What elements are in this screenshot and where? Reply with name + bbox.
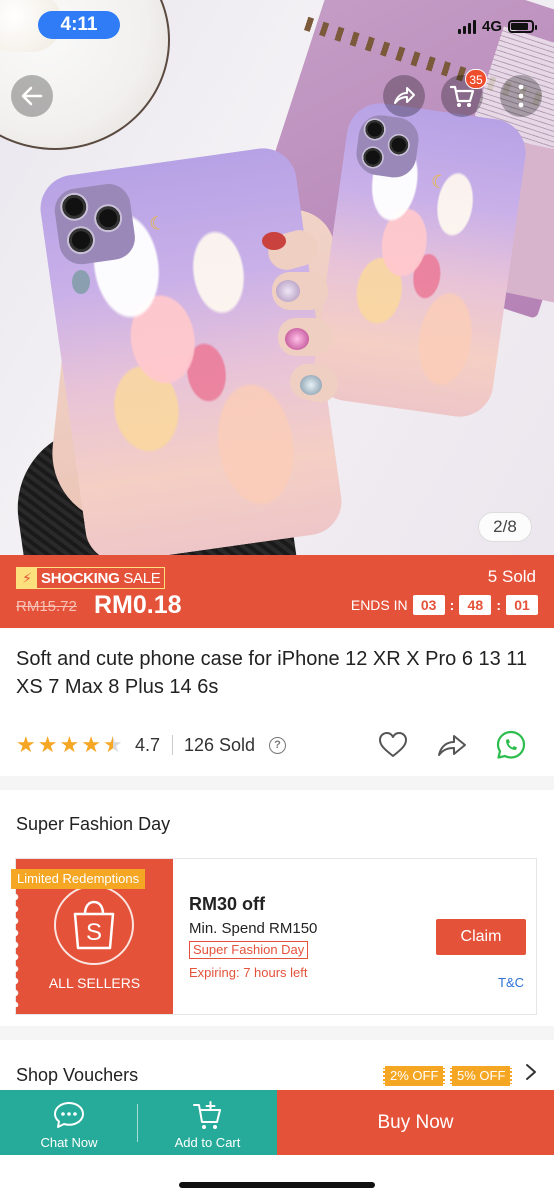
limited-redemptions-tag: Limited Redemptions — [11, 869, 146, 889]
half-star-icon: ★ — [102, 732, 123, 757]
rating-value: 4.7 — [135, 735, 161, 755]
svg-text:S: S — [86, 919, 102, 946]
chat-now-button[interactable]: Chat Now — [0, 1090, 138, 1155]
voucher-discount: RM30 off — [189, 894, 265, 914]
share-product-button[interactable] — [435, 728, 469, 762]
product-info: Soft and cute phone case for iPhone 12 X… — [0, 628, 554, 776]
cart-count-badge: 35 — [465, 69, 487, 89]
shop-vouchers-title: Shop Vouchers — [16, 1065, 139, 1085]
voucher-min-spend: Min. Spend RM150 — [189, 920, 318, 937]
star-icon: ★ — [16, 732, 36, 757]
battery-icon — [508, 20, 537, 33]
voucher-card[interactable]: S ALL SELLERS Limited Redemptions RM30 o… — [11, 858, 537, 1015]
claim-button[interactable]: Claim — [436, 919, 526, 955]
flash-sale-bar: ⚡ SHOCKING SALE RM15.72 RM0.18 5 Sold EN… — [0, 555, 554, 628]
star-icon: ★ — [37, 732, 58, 757]
back-button[interactable] — [11, 75, 53, 117]
heart-icon — [379, 732, 407, 757]
rating-stars: ★ ★ ★ ★ ★ — [16, 734, 123, 756]
chevron-right-icon — [526, 1064, 536, 1080]
original-price: RM15.72 — [16, 598, 77, 615]
flash-sold-count: 5 Sold — [487, 567, 536, 586]
help-icon[interactable]: ? — [269, 737, 286, 754]
voucher-tag: 2% OFF — [383, 1066, 446, 1086]
star-icon: ★ — [59, 732, 80, 757]
cart-button[interactable]: 35 — [441, 69, 487, 117]
share-icon — [438, 735, 466, 756]
like-button[interactable] — [376, 728, 410, 762]
add-to-cart-button[interactable]: Add to Cart — [138, 1090, 277, 1155]
share-button[interactable] — [383, 75, 425, 117]
add-to-cart-icon — [192, 1101, 221, 1129]
timer-hours: 03 — [412, 595, 445, 615]
lightning-icon: ⚡ — [17, 568, 37, 588]
flash-sale-badge: ⚡ SHOCKING SALE — [16, 567, 166, 589]
voucher-expiry: Expiring: 7 hours left — [189, 965, 308, 980]
timer-minutes: 48 — [459, 595, 492, 615]
section-title: Super Fashion Day — [16, 814, 171, 834]
more-options-button[interactable] — [500, 75, 542, 117]
terms-link[interactable]: T&C — [498, 975, 524, 990]
chat-now-label: Chat Now — [40, 1135, 98, 1150]
shopee-bag-icon: S — [54, 885, 134, 965]
voucher-scope: ALL SELLERS — [48, 975, 141, 991]
status-time: 4:11 — [38, 11, 120, 39]
voucher-campaign-tag: Super Fashion Day — [189, 941, 309, 959]
buy-now-button[interactable]: Buy Now — [277, 1090, 554, 1155]
chat-icon — [54, 1102, 84, 1128]
add-to-cart-label: Add to Cart — [174, 1135, 241, 1150]
super-fashion-day-section: Super Fashion Day S ALL SELLERS Limited … — [0, 790, 554, 1026]
product-title: Soft and cute phone case for iPhone 12 X… — [16, 648, 528, 698]
ends-in-label: ENDS IN — [350, 597, 408, 613]
flash-sale-title-bold: SHOCKING — [41, 569, 120, 587]
divider — [172, 735, 173, 755]
total-sold: 126 Sold — [184, 735, 256, 755]
status-indicators: 4G — [457, 18, 537, 35]
whatsapp-share-button[interactable] — [494, 728, 528, 762]
sale-price: RM0.18 — [94, 591, 182, 619]
arrow-left-icon — [21, 86, 43, 106]
flash-sale-title-rest: SALE — [123, 569, 161, 587]
network-label: 4G — [481, 18, 502, 35]
product-image[interactable]: ☾ ☾ 4:11 4G 35 2/8 — [0, 0, 554, 555]
home-indicator-area — [0, 1155, 554, 1200]
signal-icon — [457, 19, 476, 34]
timer-seconds: 01 — [506, 595, 538, 615]
image-counter: 2/8 — [478, 512, 532, 542]
home-indicator[interactable] — [179, 1182, 375, 1188]
countdown-timer: ENDS IN 03 : 48 : 01 — [351, 595, 538, 615]
bottom-action-bar: Chat Now Add to Cart Buy Now — [0, 1090, 554, 1155]
whatsapp-icon — [496, 730, 526, 759]
voucher-tag: 5% OFF — [450, 1066, 513, 1086]
share-icon — [394, 87, 415, 104]
more-vertical-icon — [518, 84, 524, 108]
star-icon: ★ — [81, 732, 101, 757]
product-page: ☾ ☾ 4:11 4G 35 2/8 ⚡ SHOCKING SALE RM15.… — [0, 0, 554, 1200]
